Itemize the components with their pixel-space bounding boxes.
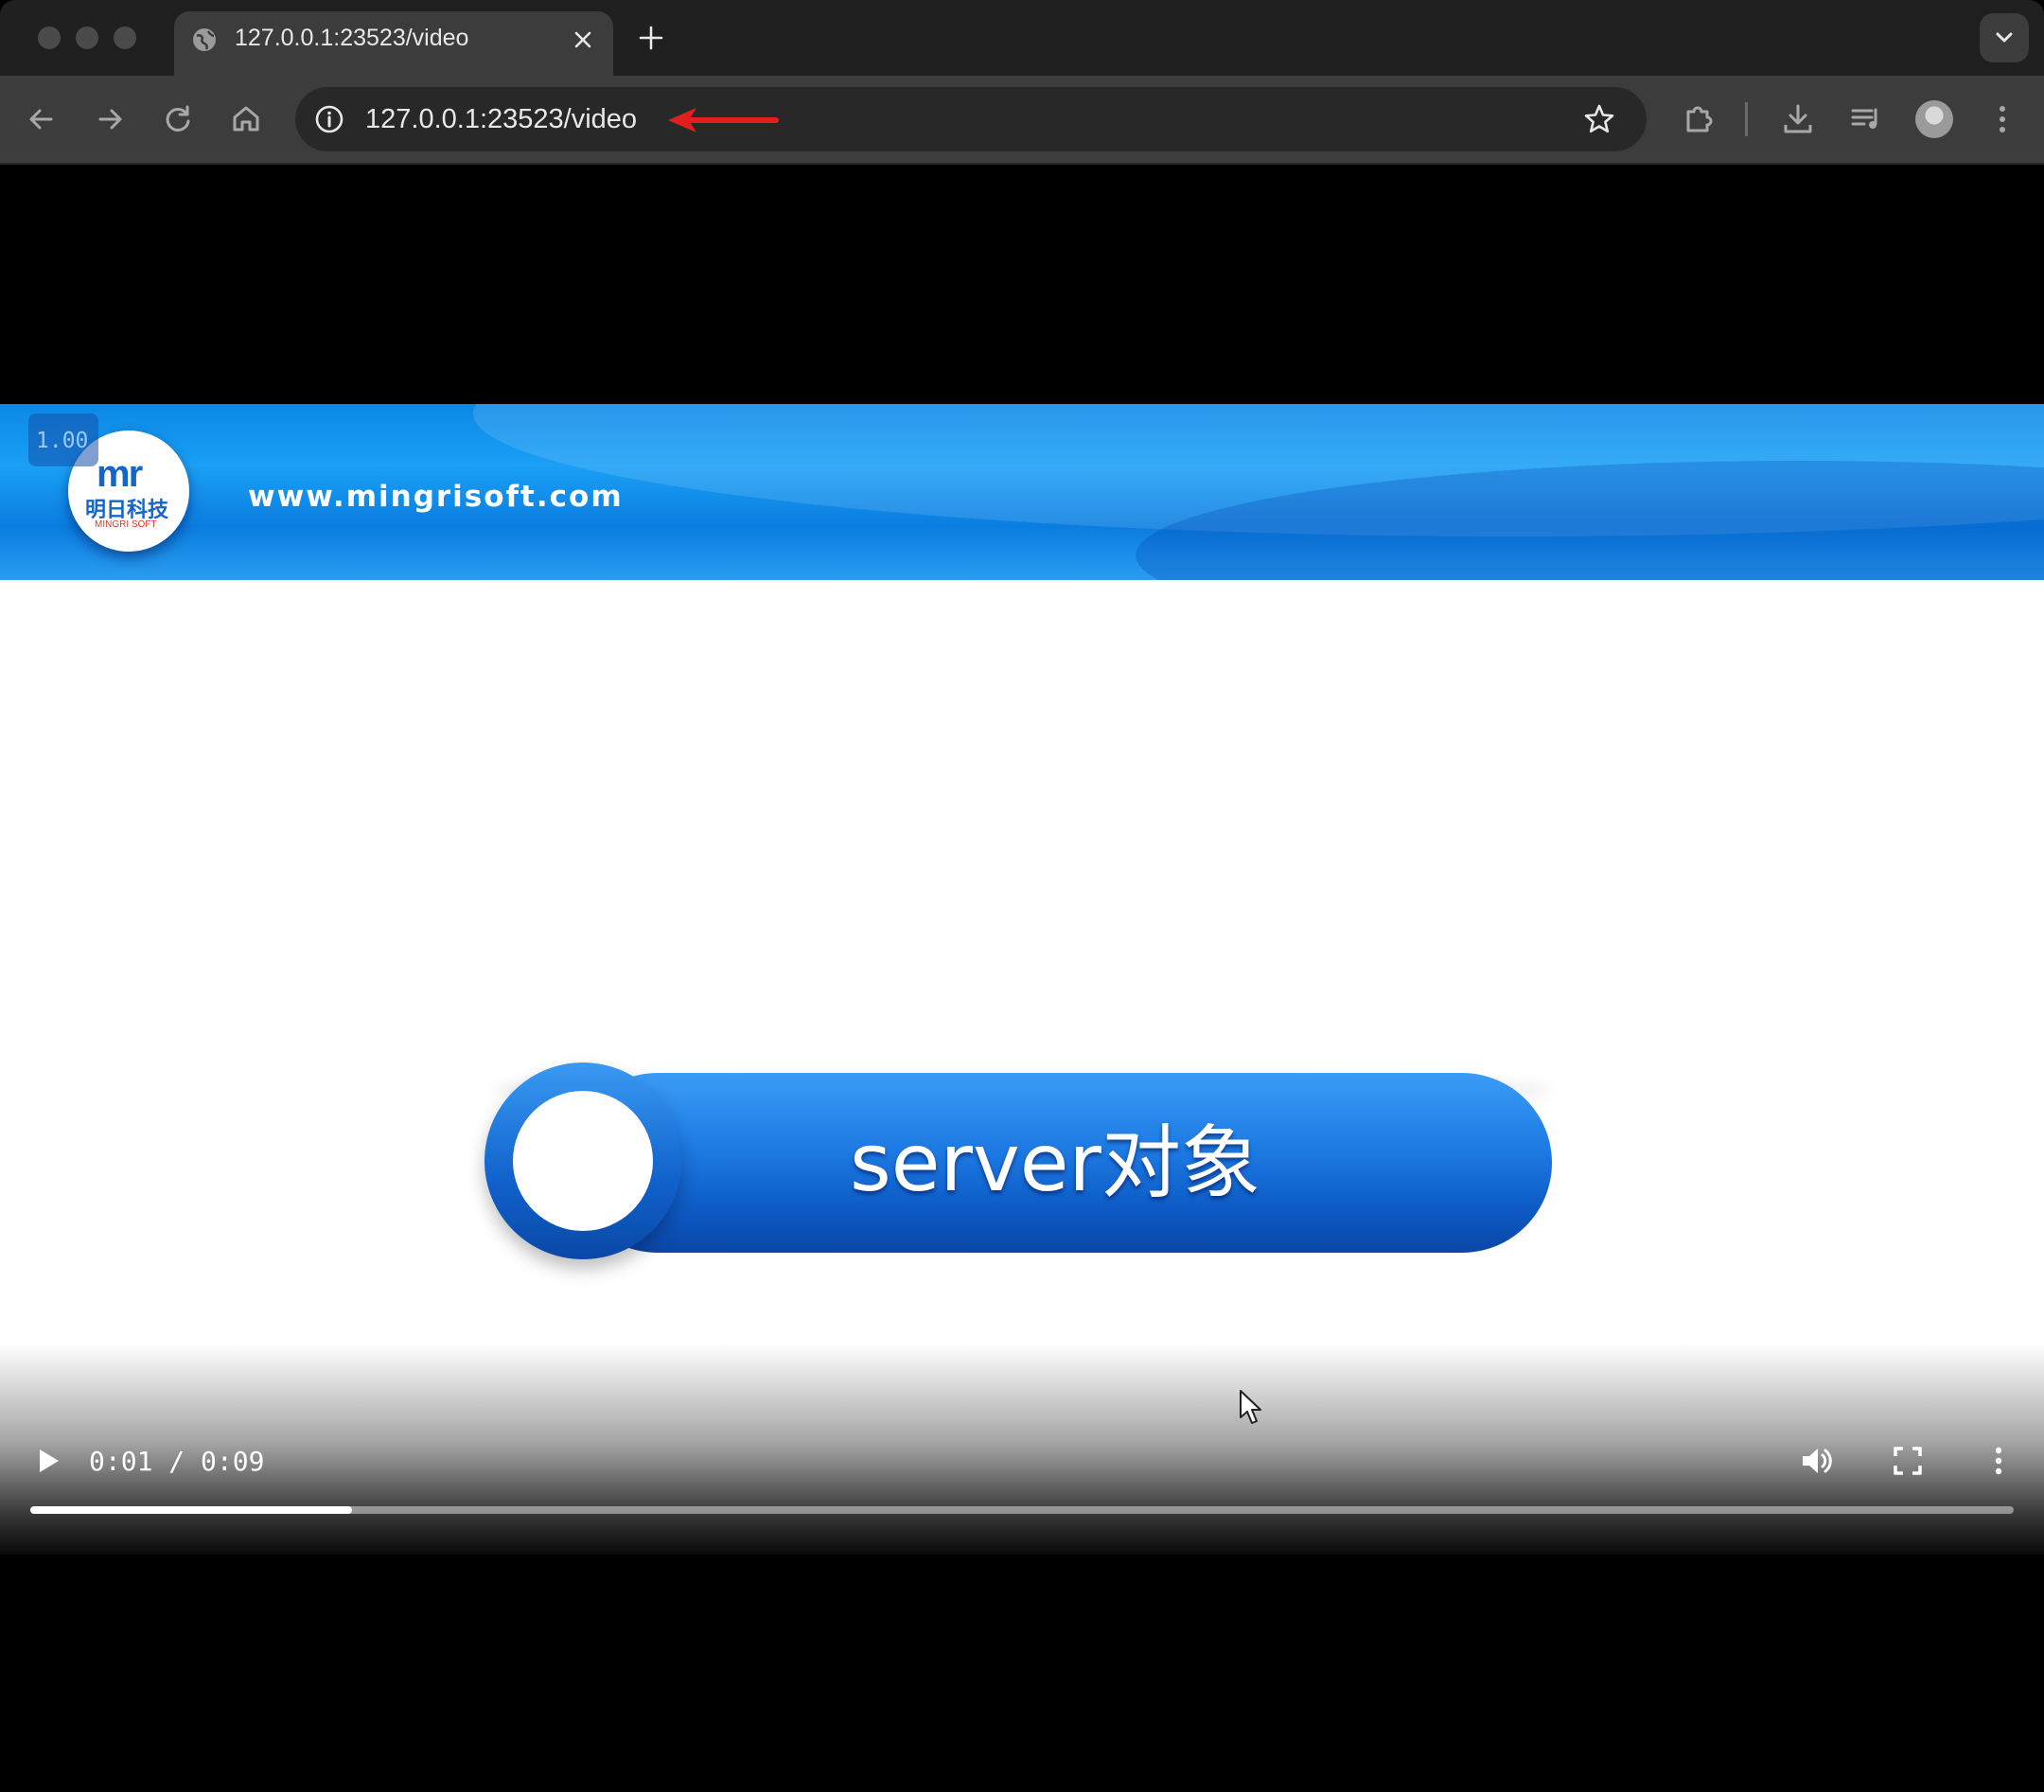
- tab-strip: 127.0.0.1:23523/video: [0, 0, 2044, 76]
- time-display: 0:01 / 0:09: [89, 1446, 265, 1477]
- site-info-icon[interactable]: [312, 102, 346, 136]
- reload-icon[interactable]: [157, 98, 199, 140]
- chevron-down-icon: [1996, 32, 2013, 43]
- fullscreen-icon[interactable]: [1889, 1442, 1927, 1480]
- slide-title-pill: server对象: [568, 1073, 1552, 1253]
- profile-avatar[interactable]: [1915, 100, 1953, 138]
- mouse-cursor-icon: [1240, 1390, 1261, 1424]
- play-icon[interactable]: [28, 1442, 66, 1480]
- progress-bar[interactable]: [30, 1506, 2014, 1514]
- more-options-icon[interactable]: [1980, 1442, 2018, 1480]
- video-banner: mr 明日科技 MINGRI SOFT www.mingrisoft.com 1…: [0, 404, 2044, 580]
- url-text[interactable]: 127.0.0.1:23523/video: [365, 104, 637, 135]
- download-icon[interactable]: [1777, 98, 1819, 140]
- window-minimize-button[interactable]: [76, 26, 98, 49]
- tab-search-button[interactable]: [1980, 13, 2029, 62]
- toolbar-divider: [1745, 102, 1748, 136]
- video-player[interactable]: mr 明日科技 MINGRI SOFT www.mingrisoft.com 1…: [0, 165, 2044, 1792]
- address-bar[interactable]: 127.0.0.1:23523/video: [295, 87, 1647, 151]
- slide-title-ring: [485, 1063, 681, 1259]
- home-icon[interactable]: [225, 98, 267, 140]
- logo-english-text: MINGRI SOFT: [95, 519, 157, 530]
- browser-toolbar: 127.0.0.1:23523/video: [0, 76, 2044, 163]
- media-control-icon[interactable]: [1845, 98, 1887, 140]
- browser-window: 127.0.0.1:23523/video 127.0.0.1:23523/vi…: [0, 0, 2044, 1792]
- site-url-text: www.mingrisoft.com: [248, 480, 624, 514]
- progress-fill: [30, 1506, 352, 1514]
- logo-mark: mr: [97, 453, 143, 495]
- slide-title-ring-center: [513, 1091, 653, 1231]
- slide-title: server对象: [850, 1116, 1260, 1209]
- playback-speed-badge: 1.00: [28, 413, 98, 466]
- forward-icon[interactable]: [89, 98, 131, 140]
- new-tab-icon[interactable]: [636, 23, 666, 53]
- playback-speed-text: 1.00: [36, 429, 89, 453]
- menu-icon[interactable]: [1982, 98, 2023, 140]
- volume-icon[interactable]: [1798, 1442, 1836, 1480]
- back-icon[interactable]: [21, 98, 62, 140]
- browser-tab[interactable]: 127.0.0.1:23523/video: [174, 11, 613, 76]
- annotation-arrow-icon: [668, 108, 779, 132]
- globe-icon: [193, 28, 216, 51]
- extensions-icon[interactable]: [1677, 98, 1718, 140]
- controls-overlay: [0, 1344, 2044, 1561]
- window-close-button[interactable]: [38, 26, 61, 49]
- close-icon[interactable]: [568, 25, 598, 55]
- bookmark-star-icon[interactable]: [1582, 102, 1616, 136]
- tab-title: 127.0.0.1:23523/video: [235, 25, 469, 51]
- window-zoom-button[interactable]: [114, 26, 136, 49]
